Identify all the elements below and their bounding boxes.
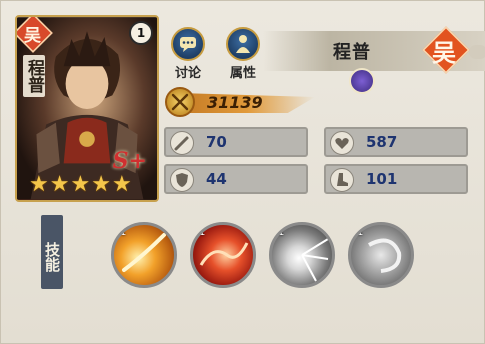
attributes-button[interactable] xyxy=(226,27,260,61)
shield-icon[interactable] xyxy=(349,68,375,94)
combat-power: 31139 xyxy=(161,87,315,117)
boot-icon xyxy=(330,168,354,192)
stat-defense: 44 xyxy=(164,164,308,194)
star-icon: ★ xyxy=(111,172,132,197)
sword-icon xyxy=(170,131,194,155)
card-faction-seal-text: 吴 xyxy=(24,26,41,46)
speed-value: 101 xyxy=(366,170,398,188)
skill-level: 1 xyxy=(278,227,285,238)
stat-hp: 587 xyxy=(324,127,468,157)
discuss-button-label: 讨论 xyxy=(174,66,201,81)
star-rating: ★ ★ ★ ★ ★ xyxy=(29,174,132,196)
defense-value: 44 xyxy=(206,170,227,188)
combat-power-value: 31139 xyxy=(207,93,263,112)
stat-speed: 101 xyxy=(324,164,468,194)
stat-attack: 70 xyxy=(164,127,308,157)
discuss-button[interactable] xyxy=(171,27,205,61)
card-hero-name: 程普 xyxy=(23,55,45,97)
crossed-swords-icon xyxy=(165,87,195,117)
skill-slot-2[interactable]: 1 xyxy=(190,222,256,288)
faction-seal: 吴 xyxy=(421,25,470,74)
hero-portrait-card[interactable]: 吴 程普 1 S+ ★ ★ ★ ★ ★ xyxy=(15,15,159,202)
star-icon: ★ xyxy=(91,172,111,197)
skills-section-label: 技能 xyxy=(41,215,63,289)
cloud-decoration xyxy=(469,45,485,59)
attributes-button-label: 属性 xyxy=(229,66,256,81)
star-icon: ★ xyxy=(70,172,91,197)
star-icon: ★ xyxy=(49,172,70,197)
hero-level-badge: 1 xyxy=(129,21,153,45)
hp-value: 587 xyxy=(366,133,398,151)
skill-level: 1 xyxy=(357,227,364,238)
shield-defense-icon xyxy=(170,168,194,192)
chat-bubble-icon xyxy=(180,37,196,52)
faction-seal-text: 吴 xyxy=(432,38,456,67)
skill-level: 1 xyxy=(199,227,206,238)
skill-slot-1[interactable]: 1 xyxy=(111,222,177,288)
hero-name: 程普 xyxy=(333,42,371,63)
rank-badge: S+ xyxy=(112,148,147,174)
skill-slot-3[interactable]: 1 xyxy=(269,222,335,288)
star-icon: ★ xyxy=(29,172,49,197)
skill-level: 1 xyxy=(120,227,127,238)
hero-info-panel: 吴 程普 1 S+ ★ ★ ★ ★ ★ 讨论 属性 程普 吴 31139 70 … xyxy=(0,0,485,344)
skill-slot-4[interactable]: 1 xyxy=(348,222,414,288)
heart-icon xyxy=(330,131,354,155)
person-icon xyxy=(236,35,250,53)
attack-value: 70 xyxy=(206,133,227,151)
